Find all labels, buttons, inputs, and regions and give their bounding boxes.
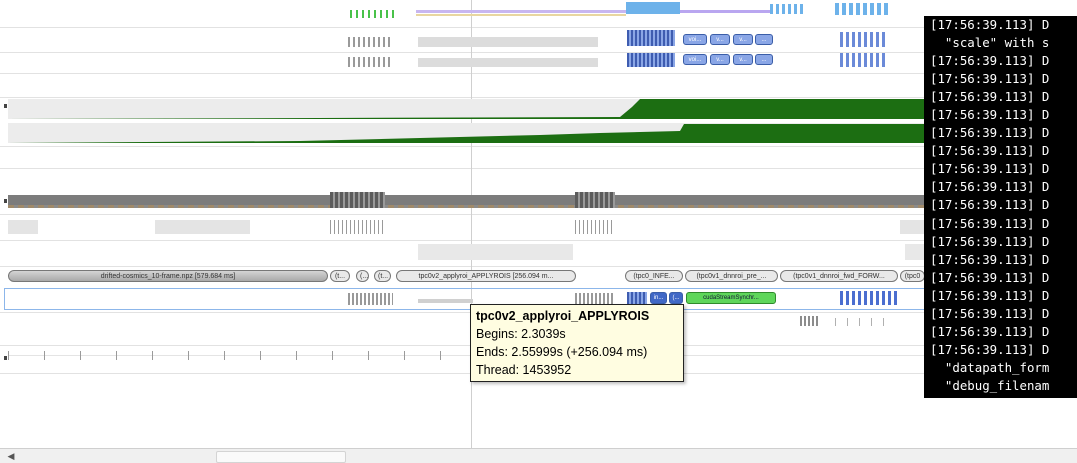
terminal-line: "datapath_form bbox=[930, 359, 1050, 375]
terminal-line: [17:56:39.113] D bbox=[930, 17, 1050, 32]
terminal-line: [17:56:39.113] D bbox=[930, 269, 1050, 285]
terminal-line: [17:56:39.113] D bbox=[930, 251, 1050, 267]
track-memory-counter-2[interactable] bbox=[0, 121, 925, 146]
track-top[interactable] bbox=[0, 0, 925, 27]
scroll-left-arrow-icon[interactable]: ◀ bbox=[4, 451, 18, 461]
cuda-call-box[interactable]: in... bbox=[650, 292, 667, 304]
terminal-line: "debug_filenam bbox=[930, 377, 1050, 393]
track-cuda-api[interactable]: in... (... cudaStreamSynchr... bbox=[0, 288, 925, 312]
horizontal-scrollbar[interactable]: ◀ bbox=[0, 448, 1077, 463]
track-thread-a[interactable] bbox=[0, 214, 925, 240]
row-separator bbox=[0, 168, 925, 169]
terminal-line: [17:56:39.113] D bbox=[930, 287, 1050, 303]
tooltip-ends: Ends: 2.55999s (+256.094 ms) bbox=[476, 345, 648, 359]
timeline-slice[interactable]: drifted-cosmics_10-frame.npz [579.684 ms… bbox=[8, 270, 328, 282]
timeline-slice[interactable]: (tpc0_INFE... bbox=[625, 270, 683, 282]
timeline-slice[interactable]: tpc0v2_applyroi_APPLYROIS [256.094 m... bbox=[396, 270, 576, 282]
terminal-line: [17:56:39.113] D bbox=[930, 161, 1050, 177]
track-gpu-kernels-2[interactable]: voi... v... v... ... bbox=[0, 52, 925, 73]
row-expand-marker[interactable] bbox=[4, 356, 7, 360]
row-separator bbox=[0, 373, 925, 374]
kernel-box[interactable]: voi... bbox=[683, 54, 707, 65]
terminal-line: [17:56:39.113] D bbox=[930, 143, 1050, 159]
terminal-line: [17:56:39.113] D bbox=[930, 179, 1050, 195]
timeline-slice[interactable]: (tpc0v1_dnnroi_fwd_FORW... bbox=[780, 270, 898, 282]
memory-area-chart bbox=[8, 99, 925, 119]
track-gpu-kernels-1[interactable]: voi... v... v... ... bbox=[0, 27, 925, 52]
terminal-line: [17:56:39.113] D bbox=[930, 197, 1050, 213]
track-cpu-activity[interactable] bbox=[0, 192, 925, 214]
timeline-slice[interactable]: (t... bbox=[330, 270, 350, 282]
tooltip-begins: Begins: 2.3039s bbox=[476, 327, 566, 341]
terminal-window[interactable]: [17:56:39.113] D "scale" with s [17:56:3… bbox=[924, 16, 1077, 398]
terminal-line: [17:56:39.113] D bbox=[930, 341, 1050, 357]
track-thread-d[interactable] bbox=[0, 345, 925, 373]
timeline-slice[interactable]: (tpc0 bbox=[900, 270, 925, 282]
terminal-line: "scale" with s bbox=[930, 35, 1050, 51]
row-separator bbox=[0, 146, 925, 147]
cuda-stream-synchronize[interactable]: cudaStreamSynchr... bbox=[686, 292, 776, 304]
kernel-box[interactable]: v... bbox=[733, 34, 753, 45]
row-expand-marker[interactable] bbox=[4, 199, 7, 203]
timeline-slice[interactable]: (t... bbox=[374, 270, 391, 282]
terminal-line: [17:56:39.113] D bbox=[930, 215, 1050, 231]
scrollbar-thumb[interactable] bbox=[216, 451, 346, 463]
tooltip-thread: Thread: 1453952 bbox=[476, 363, 572, 377]
terminal-line: [17:56:39.113] D bbox=[930, 305, 1050, 321]
terminal-line: [17:56:39.113] D bbox=[930, 233, 1050, 249]
terminal-line: [17:56:39.113] D bbox=[930, 323, 1050, 339]
terminal-line: [17:56:39.113] D bbox=[930, 71, 1050, 87]
track-memory-counter-1[interactable] bbox=[0, 97, 925, 121]
terminal-line: [17:56:39.113] D bbox=[930, 53, 1050, 69]
kernel-box[interactable]: voi... bbox=[683, 34, 707, 45]
memory-area-chart bbox=[8, 123, 925, 143]
kernel-box[interactable]: ... bbox=[755, 54, 773, 65]
timeline-slice[interactable]: (... bbox=[356, 270, 369, 282]
kernel-box[interactable]: v... bbox=[710, 34, 730, 45]
terminal-line: [17:56:39.113] D bbox=[930, 89, 1050, 105]
terminal-line: [17:56:39.113] D bbox=[930, 107, 1050, 123]
timeline-slice[interactable]: (tpc0v1_dnnroi_pre_... bbox=[685, 270, 778, 282]
terminal-line: [17:56:39.113] D bbox=[930, 125, 1050, 141]
tooltip-title: tpc0v2_applyroi_APPLYROIS bbox=[476, 309, 650, 323]
track-thread-c[interactable] bbox=[0, 312, 925, 345]
timeline-area[interactable]: voi... v... v... ... voi... v... v... ..… bbox=[0, 0, 925, 448]
slice-tooltip: tpc0v2_applyroi_APPLYROIS Begins: 2.3039… bbox=[470, 304, 684, 382]
track-thread-b[interactable] bbox=[0, 240, 925, 266]
row-separator bbox=[0, 73, 925, 74]
cuda-call-box[interactable]: (... bbox=[669, 292, 683, 304]
kernel-box[interactable]: v... bbox=[710, 54, 730, 65]
kernel-box[interactable]: ... bbox=[755, 34, 773, 45]
row-expand-marker[interactable] bbox=[4, 104, 7, 108]
kernel-box[interactable]: v... bbox=[733, 54, 753, 65]
